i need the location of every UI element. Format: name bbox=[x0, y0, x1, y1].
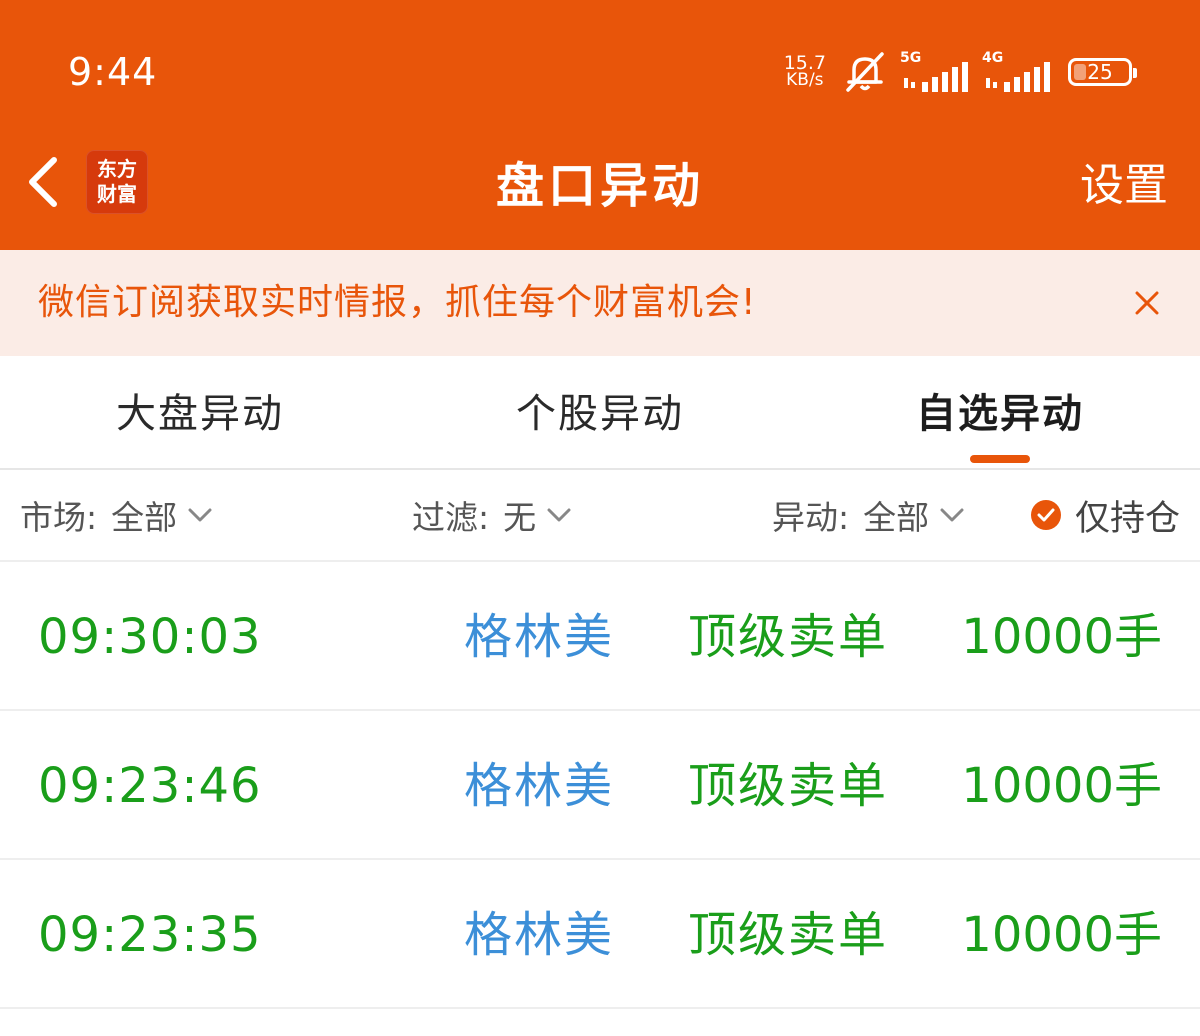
chevron-down-icon bbox=[547, 508, 571, 522]
active-tab-indicator bbox=[970, 455, 1030, 463]
alert-volume: 10000手 bbox=[961, 609, 1162, 665]
chevron-down-icon bbox=[940, 508, 964, 522]
page-title: 盘口异动 bbox=[495, 158, 704, 214]
market-filter[interactable]: 市场: 全部 bbox=[20, 470, 213, 560]
tab-watchlist[interactable]: 自选异动 bbox=[800, 356, 1200, 468]
status-time: 9:44 bbox=[68, 50, 158, 94]
signal-5g-label: 5G bbox=[900, 50, 922, 66]
market-filter-value: 全部 bbox=[111, 498, 178, 537]
bell-muted-icon bbox=[846, 52, 884, 92]
alert-time: 09:30:03 bbox=[38, 609, 262, 665]
check-icon bbox=[1030, 500, 1061, 530]
net-speed: 15.7 KB/s bbox=[784, 54, 826, 90]
alert-time: 09:23:35 bbox=[38, 907, 262, 963]
close-icon bbox=[1135, 291, 1159, 315]
tab-bar: 大盘异动 个股异动 自选异动 bbox=[0, 356, 1200, 470]
signal-4g-label: 4G bbox=[982, 50, 1004, 66]
stock-name-link[interactable]: 格林美 bbox=[464, 860, 614, 1010]
battery-icon: 25 bbox=[1068, 58, 1137, 86]
stock-name-link[interactable]: 格林美 bbox=[464, 711, 614, 861]
change-type-label: 异动: bbox=[772, 498, 850, 537]
chevron-down-icon bbox=[188, 508, 212, 522]
signal-4g: 4G bbox=[982, 50, 1052, 92]
alert-time: 09:23:46 bbox=[38, 758, 262, 814]
tab-stocks[interactable]: 个股异动 bbox=[400, 356, 800, 468]
list-item[interactable]: 09:23:46 格林美 顶级卖单 10000手 bbox=[0, 711, 1200, 860]
alert-list: 09:30:03 格林美 顶级卖单 10000手 09:23:46 格林美 顶级… bbox=[0, 562, 1200, 1009]
net-speed-unit: KB/s bbox=[786, 70, 824, 90]
subscribe-banner[interactable]: 微信订阅获取实时情报，抓住每个财富机会! bbox=[0, 250, 1200, 356]
battery-level: 25 bbox=[1087, 60, 1113, 84]
filter-bar: 市场: 全部 过滤: 无 异动: 全部 仅持仓 bbox=[0, 470, 1200, 562]
tab-market[interactable]: 大盘异动 bbox=[0, 356, 400, 468]
alert-volume: 10000手 bbox=[961, 907, 1162, 963]
banner-close-button[interactable] bbox=[1128, 284, 1166, 322]
change-type-value: 全部 bbox=[863, 498, 930, 537]
holdings-only-label: 仅持仓 bbox=[1074, 498, 1180, 539]
status-icons: 15.7 KB/s 5G 4G 25 bbox=[784, 50, 1137, 94]
list-item[interactable]: 09:23:35 格林美 顶级卖单 10000手 bbox=[0, 860, 1200, 1009]
alert-type: 顶级卖单 bbox=[688, 609, 889, 665]
signal-bars-icon bbox=[904, 62, 968, 92]
filter-label: 过滤: bbox=[412, 498, 490, 537]
banner-text[interactable]: 微信订阅获取实时情报，抓住每个财富机会! bbox=[38, 250, 756, 356]
filter-value: 无 bbox=[503, 498, 537, 537]
alert-volume: 10000手 bbox=[961, 758, 1162, 814]
alert-type: 顶级卖单 bbox=[688, 907, 889, 963]
app-header: 9:44 15.7 KB/s 5G 4G 25 东方 财富 盘口异动 设置 bbox=[0, 0, 1200, 250]
signal-bars-icon bbox=[986, 62, 1050, 92]
signal-5g: 5G bbox=[900, 50, 970, 92]
filter-dropdown[interactable]: 过滤: 无 bbox=[412, 470, 572, 560]
change-type-filter[interactable]: 异动: 全部 bbox=[772, 470, 965, 560]
market-filter-label: 市场: bbox=[20, 498, 98, 537]
settings-button[interactable]: 设置 bbox=[1080, 150, 1168, 222]
stock-name-link[interactable]: 格林美 bbox=[464, 562, 614, 712]
battery-fill bbox=[1074, 64, 1086, 80]
list-item[interactable]: 09:30:03 格林美 顶级卖单 10000手 bbox=[0, 562, 1200, 711]
holdings-only-checkbox[interactable]: 仅持仓 bbox=[1030, 470, 1180, 560]
alert-type: 顶级卖单 bbox=[688, 758, 889, 814]
